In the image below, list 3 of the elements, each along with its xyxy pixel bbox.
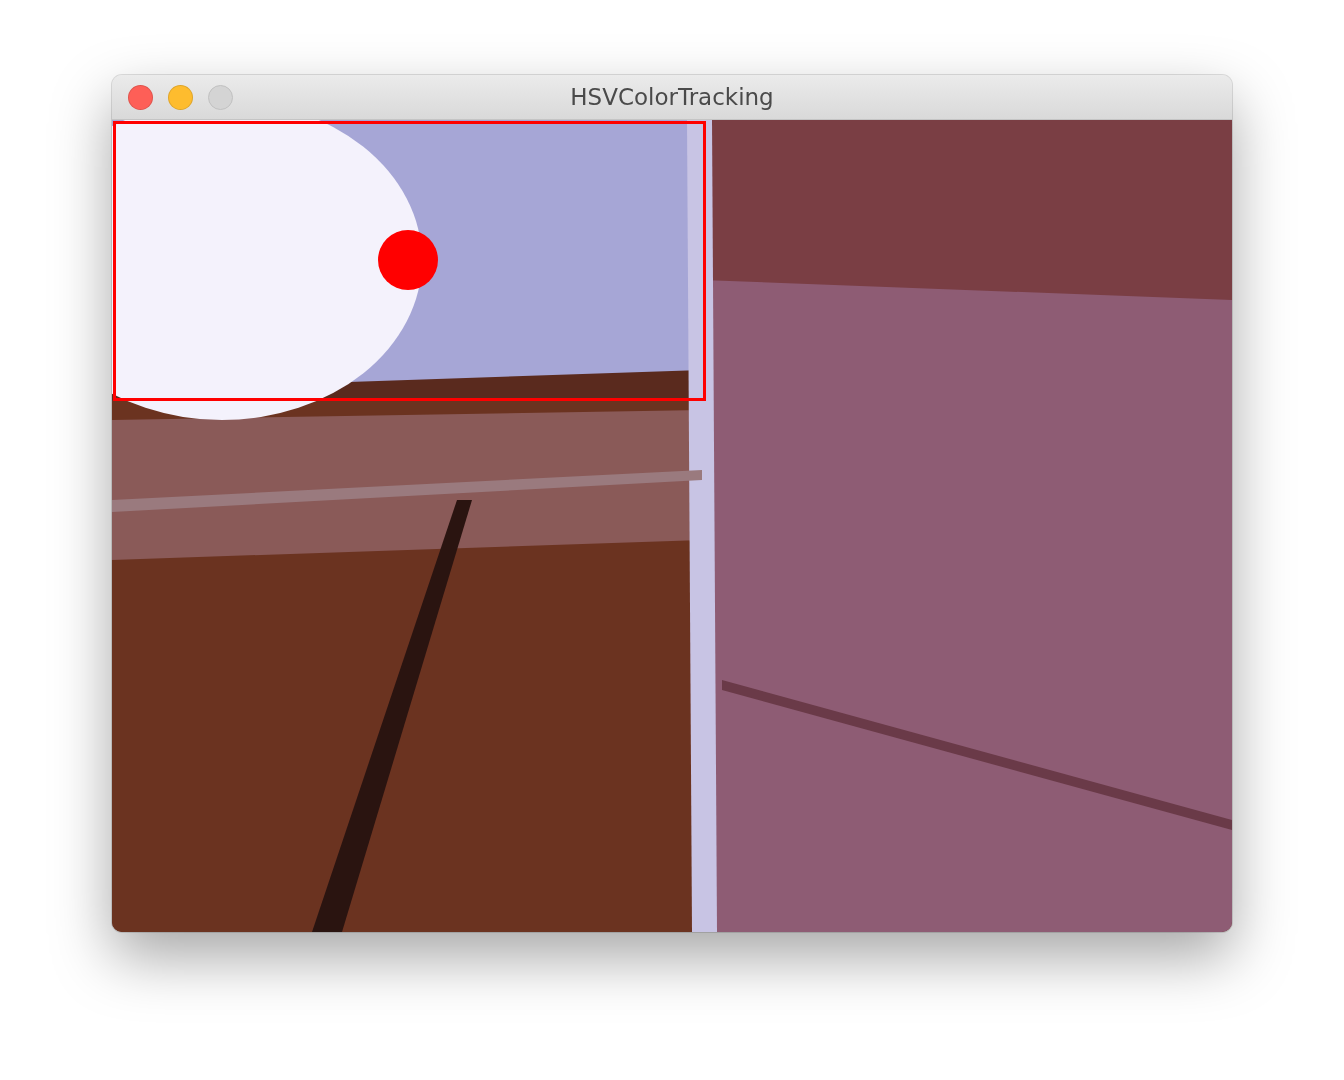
close-button[interactable] [128,84,153,110]
window-title: HSVColorTracking [569,84,775,110]
minimize-button[interactable] [168,84,193,110]
